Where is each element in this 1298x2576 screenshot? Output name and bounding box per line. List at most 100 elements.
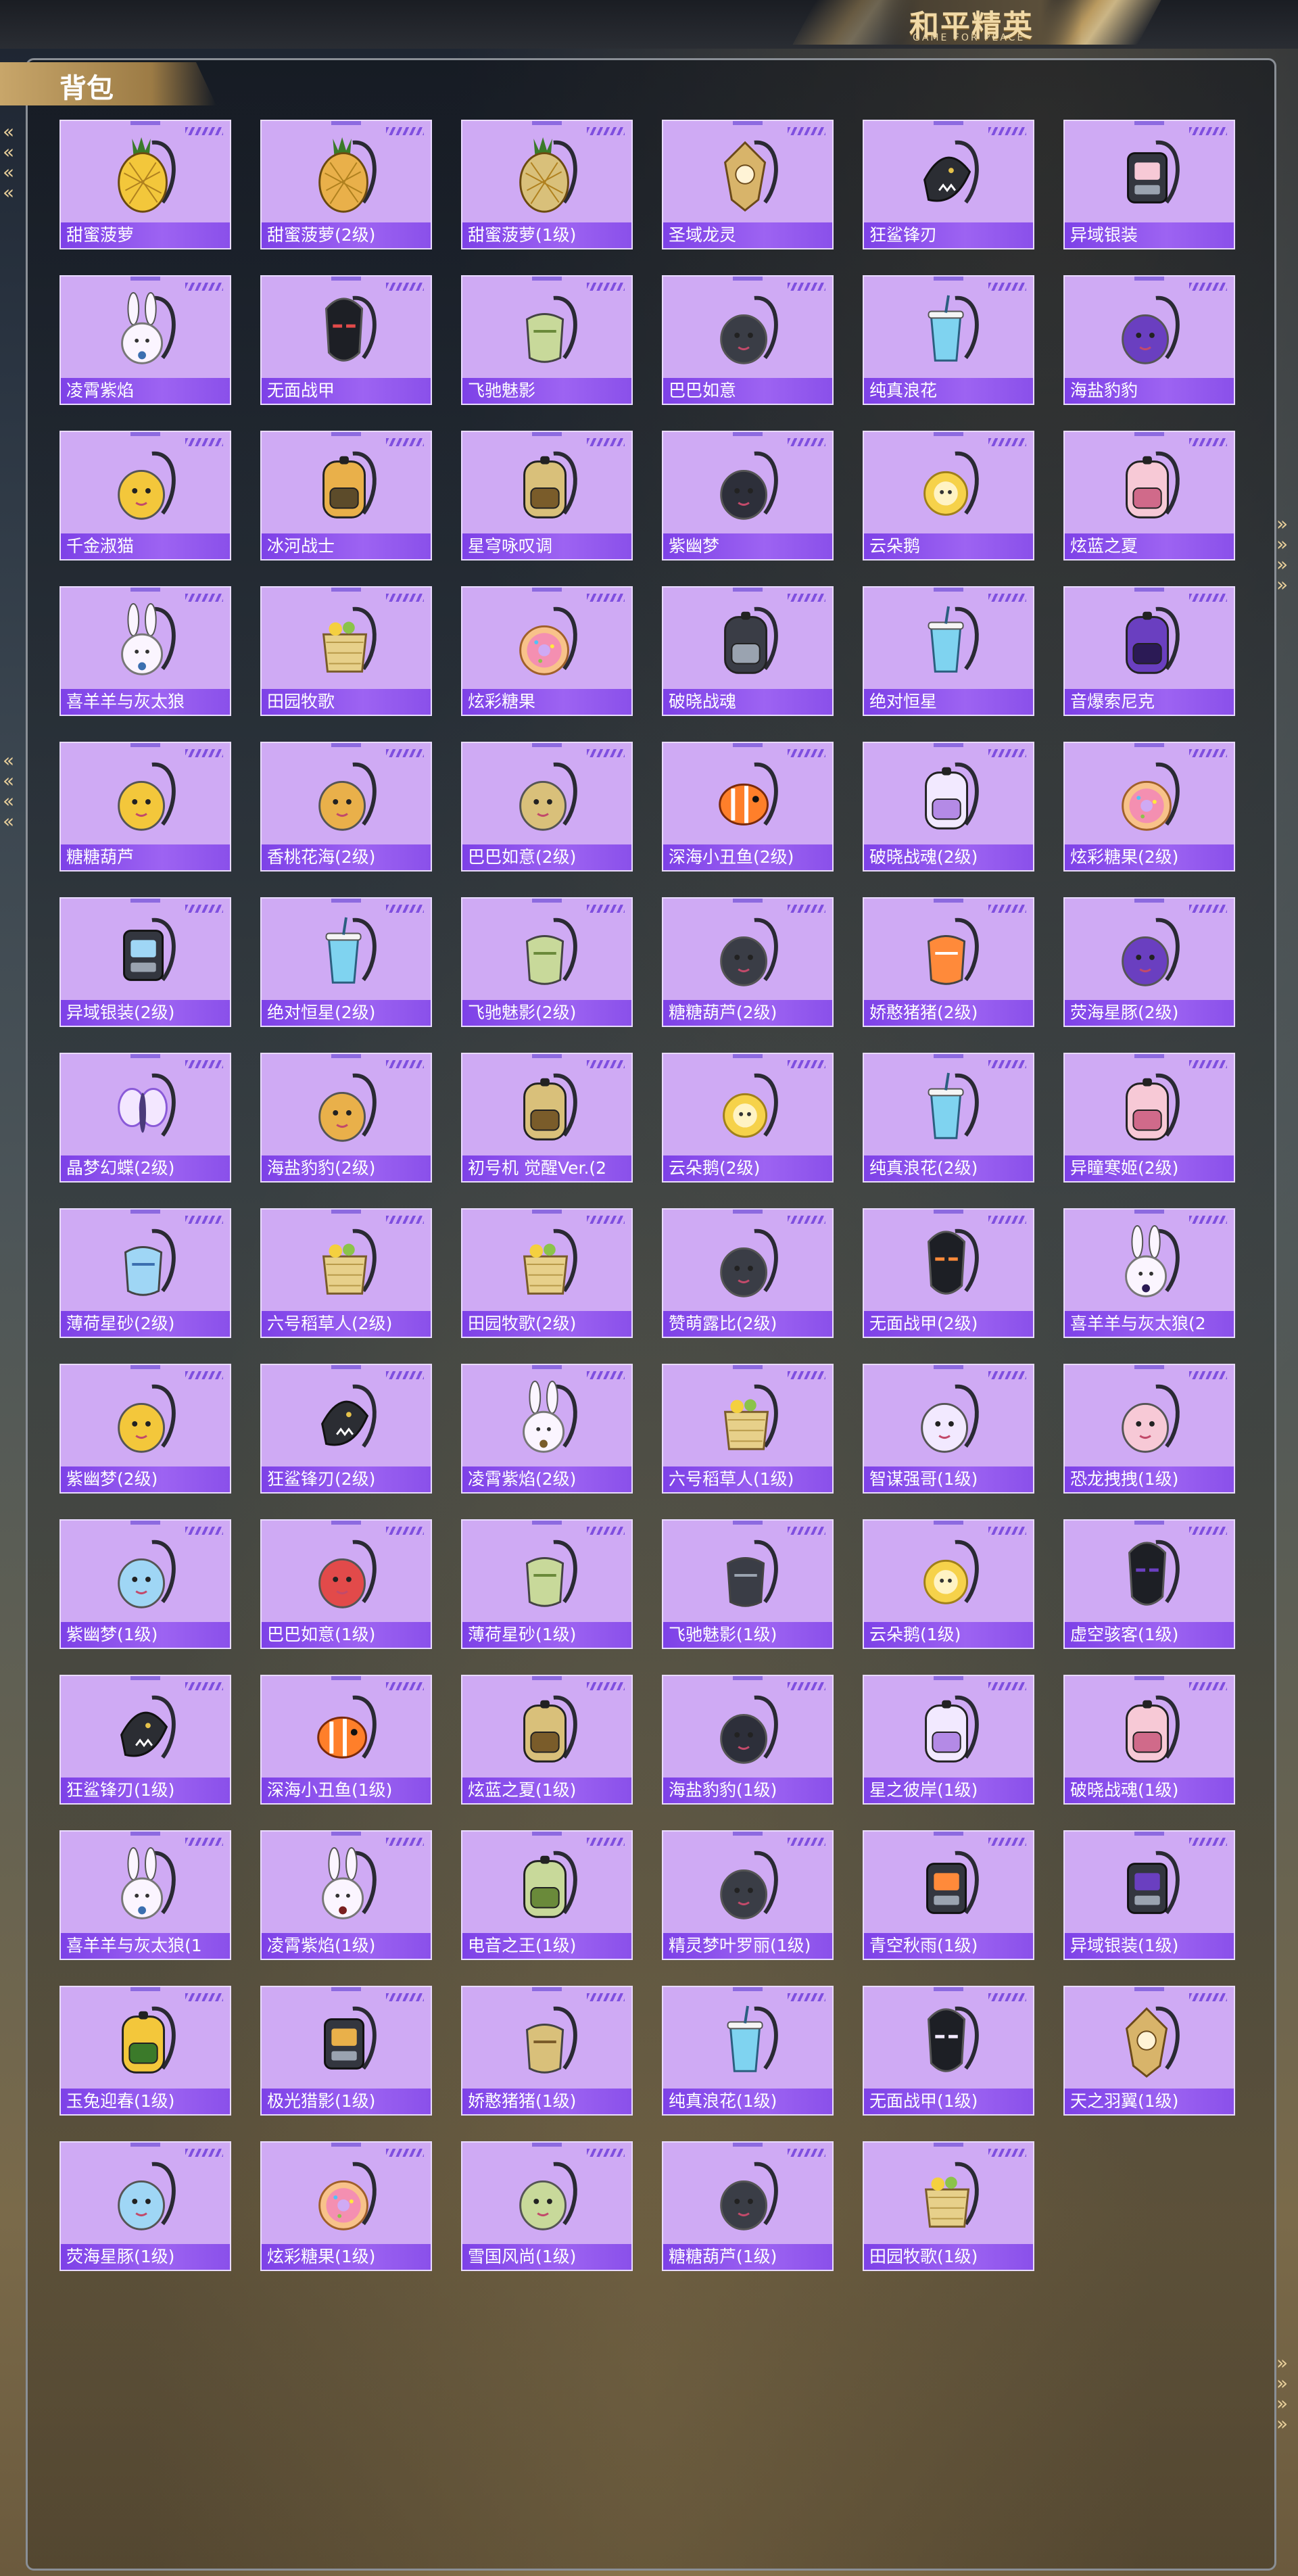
item-card[interactable]: 凌霄紫焰(1级) xyxy=(260,1830,432,1960)
item-card[interactable]: 紫幽梦 xyxy=(662,431,834,560)
item-card[interactable]: 娇憨猪猪(2级) xyxy=(863,897,1034,1027)
item-card[interactable]: 云朵鹅(2级) xyxy=(662,1053,834,1183)
item-card[interactable]: 深海小丑鱼(2级) xyxy=(662,742,834,872)
item-card[interactable]: 炫蓝之夏(1级) xyxy=(461,1675,633,1805)
item-card[interactable]: 晶梦幻蝶(2级) xyxy=(59,1053,231,1183)
item-card[interactable]: 薄荷星砂(2级) xyxy=(59,1208,231,1338)
item-card[interactable]: 海盐豹豹(2级) xyxy=(260,1053,432,1183)
item-card[interactable]: 恐龙拽拽(1级) xyxy=(1063,1364,1235,1494)
item-card[interactable]: 纯真浪花(2级) xyxy=(863,1053,1034,1183)
item-card[interactable]: 玉兔迎春(1级) xyxy=(59,1986,231,2116)
item-card[interactable]: 音爆索尼克 xyxy=(1063,586,1235,716)
item-card[interactable]: 星穹咏叹调 xyxy=(461,431,633,560)
item-card[interactable]: 炫彩糖果 xyxy=(461,586,633,716)
item-label: 极光猎影(1级) xyxy=(262,2089,431,2114)
item-card[interactable]: 狂鲨锋刃(1级) xyxy=(59,1675,231,1805)
item-label: 喜羊羊与灰太狼(1 xyxy=(61,1933,230,1959)
item-card[interactable]: 星之彼岸(1级) xyxy=(863,1675,1034,1805)
item-card[interactable]: 薄荷星砂(1级) xyxy=(461,1519,633,1649)
item-card[interactable]: 雪国风尚(1级) xyxy=(461,2141,633,2271)
item-label: 千金淑猫 xyxy=(61,533,230,559)
item-card[interactable]: 无面战甲 xyxy=(260,275,432,405)
item-card[interactable]: 荧海星豚(1级) xyxy=(59,2141,231,2271)
item-card[interactable]: 田园牧歌(1级) xyxy=(863,2141,1034,2271)
item-card[interactable]: 巴巴如意(2级) xyxy=(461,742,633,872)
item-card[interactable]: 凌霄紫焰 xyxy=(59,275,231,405)
blob-backpack-icon xyxy=(1122,295,1180,364)
item-card[interactable]: 赞萌露比(2级) xyxy=(662,1208,834,1338)
item-card[interactable]: 电音之王(1级) xyxy=(461,1830,633,1960)
card-notch xyxy=(532,899,562,903)
item-card[interactable]: 无面战甲(2级) xyxy=(863,1208,1034,1338)
card-notch xyxy=(1134,743,1164,747)
item-card[interactable]: 破晓战魂(2级) xyxy=(863,742,1034,872)
item-card[interactable]: 千金淑猫 xyxy=(59,431,231,560)
item-card[interactable]: 甜蜜菠萝 xyxy=(59,120,231,249)
item-card[interactable]: 六号稻草人(1级) xyxy=(662,1364,834,1494)
item-card[interactable]: 荧海星豚(2级) xyxy=(1063,897,1235,1027)
item-card[interactable]: 无面战甲(1级) xyxy=(863,1986,1034,2116)
item-card[interactable]: 糖糖葫芦 xyxy=(59,742,231,872)
item-card[interactable]: 香桃花海(2级) xyxy=(260,742,432,872)
item-card[interactable]: 海盐豹豹(1级) xyxy=(662,1675,834,1805)
card-notch xyxy=(733,1521,763,1525)
item-card[interactable]: 绝对恒星 xyxy=(863,586,1034,716)
item-card[interactable]: 云朵鹅 xyxy=(863,431,1034,560)
item-card[interactable]: 甜蜜菠萝(2级) xyxy=(260,120,432,249)
item-card[interactable]: 云朵鹅(1级) xyxy=(863,1519,1034,1649)
item-card[interactable]: 田园牧歌 xyxy=(260,586,432,716)
item-card[interactable]: 绝对恒星(2级) xyxy=(260,897,432,1027)
item-card[interactable]: 异域银装(2级) xyxy=(59,897,231,1027)
item-card[interactable]: 喜羊羊与灰太狼(2 xyxy=(1063,1208,1235,1338)
item-card[interactable]: 冰河战士 xyxy=(260,431,432,560)
item-label: 炫蓝之夏 xyxy=(1065,533,1234,559)
item-card[interactable]: 极光猎影(1级) xyxy=(260,1986,432,2116)
item-card[interactable]: 破晓战魂(1级) xyxy=(1063,1675,1235,1805)
item-card[interactable]: 青空秋雨(1级) xyxy=(863,1830,1034,1960)
item-card[interactable]: 飞驰魅影(1级) xyxy=(662,1519,834,1649)
item-card[interactable]: 紫幽梦(2级) xyxy=(59,1364,231,1494)
item-card[interactable]: 巴巴如意 xyxy=(662,275,834,405)
item-card[interactable]: 智谋强哥(1级) xyxy=(863,1364,1034,1494)
shark-backpack-icon xyxy=(923,140,979,204)
card-stripes xyxy=(1189,1527,1227,1535)
item-card[interactable]: 圣域龙灵 xyxy=(662,120,834,249)
fish-backpack-icon xyxy=(719,762,778,826)
item-card[interactable]: 深海小丑鱼(1级) xyxy=(260,1675,432,1805)
card-stripes xyxy=(788,1371,825,1379)
item-card[interactable]: 异域银装 xyxy=(1063,120,1235,249)
item-card[interactable]: 纯真浪花(1级) xyxy=(662,1986,834,2116)
item-card[interactable]: 精灵梦叶罗丽(1级) xyxy=(662,1830,834,1960)
item-card[interactable]: 虚空骇客(1级) xyxy=(1063,1519,1235,1649)
item-card[interactable]: 娇憨猪猪(1级) xyxy=(461,1986,633,2116)
item-card[interactable]: 狂鲨锋刃(2级) xyxy=(260,1364,432,1494)
item-card[interactable]: 喜羊羊与灰太狼(1 xyxy=(59,1830,231,1960)
item-card[interactable]: 飞驰魅影 xyxy=(461,275,633,405)
card-notch xyxy=(934,1521,963,1525)
item-card[interactable]: 飞驰魅影(2级) xyxy=(461,897,633,1027)
blob-backpack-icon xyxy=(720,451,778,520)
item-label: 破晓战魂(1级) xyxy=(1065,1778,1234,1803)
item-card[interactable]: 纯真浪花 xyxy=(863,275,1034,405)
item-label: 纯真浪花(2级) xyxy=(864,1155,1033,1181)
item-card[interactable]: 甜蜜菠萝(1级) xyxy=(461,120,633,249)
item-card[interactable]: 田园牧歌(2级) xyxy=(461,1208,633,1338)
item-card[interactable]: 狂鲨锋刃 xyxy=(863,120,1034,249)
item-card[interactable]: 炫蓝之夏 xyxy=(1063,431,1235,560)
item-card[interactable]: 喜羊羊与灰太狼 xyxy=(59,586,231,716)
item-card[interactable]: 初号机 觉醒Ver.(2 xyxy=(461,1053,633,1183)
item-card[interactable]: 海盐豹豹 xyxy=(1063,275,1235,405)
item-card[interactable]: 糖糖葫芦(1级) xyxy=(662,2141,834,2271)
item-card[interactable]: 六号稻草人(2级) xyxy=(260,1208,432,1338)
card-stripes xyxy=(185,283,223,291)
item-card[interactable]: 天之羽翼(1级) xyxy=(1063,1986,1235,2116)
item-card[interactable]: 炫彩糖果(2级) xyxy=(1063,742,1235,872)
item-card[interactable]: 巴巴如意(1级) xyxy=(260,1519,432,1649)
item-card[interactable]: 糖糖葫芦(2级) xyxy=(662,897,834,1027)
item-card[interactable]: 异瞳寒姬(2级) xyxy=(1063,1053,1235,1183)
item-card[interactable]: 凌霄紫焰(2级) xyxy=(461,1364,633,1494)
item-card[interactable]: 异域银装(1级) xyxy=(1063,1830,1235,1960)
item-card[interactable]: 紫幽梦(1级) xyxy=(59,1519,231,1649)
item-card[interactable]: 炫彩糖果(1级) xyxy=(260,2141,432,2271)
item-card[interactable]: 破晓战魂 xyxy=(662,586,834,716)
